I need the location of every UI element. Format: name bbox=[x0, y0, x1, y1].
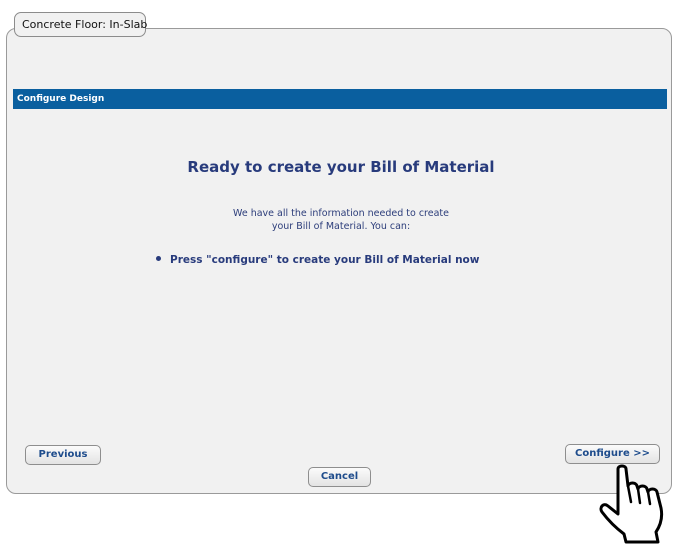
instruction-bullet: Press "configure" to create your Bill of… bbox=[156, 254, 479, 266]
bullet-icon bbox=[156, 255, 161, 261]
instruction-text: Press "configure" to create your Bill of… bbox=[170, 254, 480, 266]
page-heading: Ready to create your Bill of Material bbox=[187, 158, 495, 176]
configure-button[interactable]: Configure >> bbox=[565, 444, 660, 464]
info-line-1: We have all the information needed to cr… bbox=[233, 208, 449, 219]
info-text: We have all the information needed to cr… bbox=[0, 207, 674, 233]
app-stage: Concrete Floor: In-Slab Configure Design… bbox=[0, 0, 674, 544]
section-header: Configure Design bbox=[13, 89, 667, 109]
info-line-2: your Bill of Material. You can: bbox=[271, 221, 411, 232]
cancel-button[interactable]: Cancel bbox=[308, 467, 371, 487]
previous-button[interactable]: Previous bbox=[25, 445, 101, 465]
window-tab-title[interactable]: Concrete Floor: In-Slab bbox=[14, 12, 147, 37]
hand-pointer-icon bbox=[599, 464, 664, 544]
